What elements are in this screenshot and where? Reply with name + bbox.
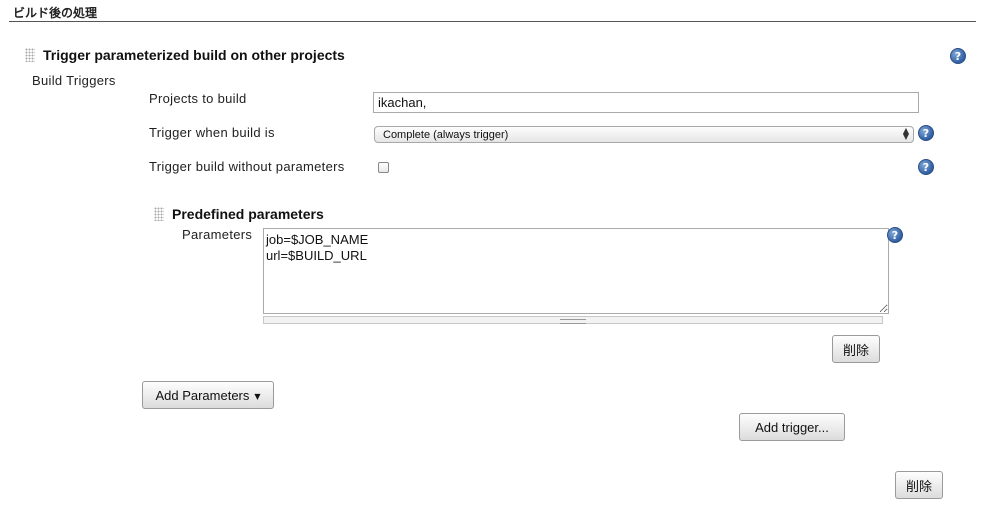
parameters-label: Parameters <box>182 227 253 242</box>
trigger-condition-selected: Complete (always trigger) <box>383 129 509 141</box>
add-parameters-label: Add Parameters <box>155 387 250 403</box>
help-icon[interactable]: ? <box>887 227 903 243</box>
trigger-condition-select[interactable]: Complete (always trigger) ▲ ▼ <box>374 126 914 143</box>
help-icon[interactable]: ? <box>918 159 934 175</box>
build-triggers-label: Build Triggers <box>32 73 116 88</box>
add-parameters-button[interactable]: Add Parameters ▼ <box>142 381 274 409</box>
projects-to-build-input[interactable] <box>373 92 919 113</box>
section-title: ビルド後の処理 <box>13 6 98 20</box>
predefined-parameters-heading: Predefined parameters <box>172 206 324 222</box>
trigger-when-label: Trigger when build is <box>149 125 275 140</box>
parameters-textarea[interactable]: job=$JOB_NAME url=$BUILD_URL <box>263 228 889 314</box>
help-icon[interactable]: ? <box>918 125 934 141</box>
delete-parameters-button[interactable]: 削除 <box>832 335 880 363</box>
select-arrows-icon: ▲ ▼ <box>902 126 909 141</box>
delete-trigger-button[interactable]: 削除 <box>895 471 943 499</box>
caret-down-icon: ▼ <box>254 391 261 401</box>
textarea-resize-bar[interactable] <box>263 316 883 324</box>
drag-handle-icon[interactable] <box>25 48 35 62</box>
add-trigger-button[interactable]: Add trigger... <box>739 413 845 441</box>
resize-grip-icon <box>560 319 586 324</box>
projects-to-build-label: Projects to build <box>149 91 247 106</box>
without-parameters-checkbox[interactable] <box>378 162 389 173</box>
help-icon[interactable]: ? <box>950 48 966 64</box>
section-divider <box>9 21 976 22</box>
trigger-heading: Trigger parameterized build on other pro… <box>43 47 345 63</box>
drag-handle-icon[interactable] <box>154 207 164 221</box>
without-parameters-label: Trigger build without parameters <box>149 159 345 174</box>
